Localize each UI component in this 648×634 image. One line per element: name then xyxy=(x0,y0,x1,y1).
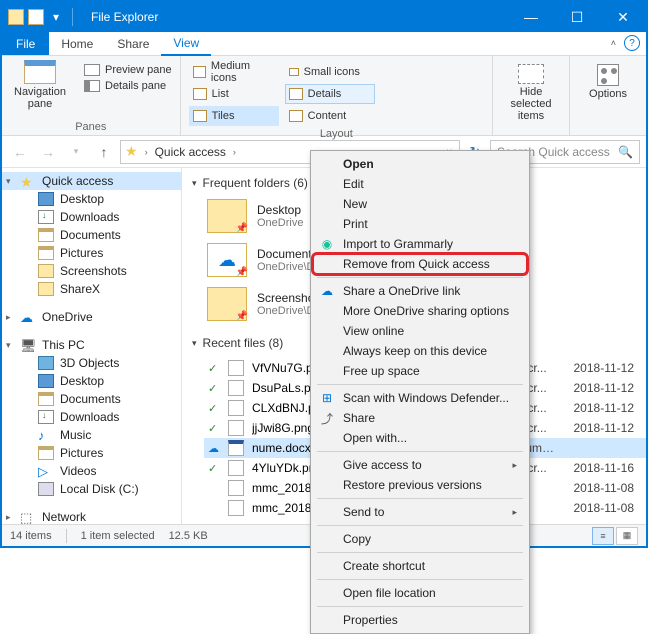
up-button[interactable]: ↑ xyxy=(92,140,116,164)
details-pane-button[interactable]: Details pane xyxy=(84,80,172,92)
layout-tiles[interactable]: Tiles xyxy=(189,106,279,126)
ctx-new[interactable]: New xyxy=(313,194,527,214)
file-tab[interactable]: File xyxy=(2,32,49,55)
home-tab[interactable]: Home xyxy=(49,32,105,55)
grammarly-icon: ◉ xyxy=(319,236,335,252)
collapse-ribbon-icon[interactable]: ˄ xyxy=(611,38,616,48)
chevron-right-icon: ▸ xyxy=(512,460,517,471)
sidebar-videos[interactable]: ▷Videos xyxy=(2,462,181,480)
sidebar-desktop-pc[interactable]: Desktop xyxy=(2,372,181,390)
status-item-count: 14 items xyxy=(10,530,52,542)
ctx-more-onedrive[interactable]: More OneDrive sharing options xyxy=(313,301,527,321)
layout-group-label: Layout xyxy=(189,126,484,140)
qat-dropdown-icon[interactable]: ▾ xyxy=(48,9,64,25)
navigation-sidebar: ▾★Quick access Desktop Downloads Documen… xyxy=(2,168,182,524)
layout-options: Medium icons Small icons List Details Ti… xyxy=(189,60,484,126)
share-icon: ⤴ xyxy=(319,410,335,426)
ctx-keep-device[interactable]: Always keep on this device xyxy=(313,341,527,361)
ctx-create-shortcut[interactable]: Create shortcut xyxy=(313,556,527,576)
ctx-remove-quick-access[interactable]: Remove from Quick access xyxy=(313,254,527,274)
ctx-open[interactable]: Open xyxy=(313,154,527,174)
chevron-right-icon[interactable]: › xyxy=(142,147,151,157)
context-menu: Open Edit New Print ◉Import to Grammarly… xyxy=(310,150,530,634)
close-button[interactable]: ✕ xyxy=(600,2,646,32)
ctx-grammarly[interactable]: ◉Import to Grammarly xyxy=(313,234,527,254)
sidebar-pictures-pc[interactable]: Pictures xyxy=(2,444,181,462)
options-icon xyxy=(597,64,619,86)
sidebar-downloads[interactable]: Downloads xyxy=(2,208,181,226)
shield-icon: ⊞ xyxy=(319,390,335,406)
ctx-open-with[interactable]: Open with... xyxy=(313,428,527,448)
layout-small-icons[interactable]: Small icons xyxy=(285,62,375,82)
layout-medium-icons[interactable]: Medium icons xyxy=(189,62,279,82)
ctx-restore[interactable]: Restore previous versions xyxy=(313,475,527,495)
breadcrumb-item[interactable]: Quick access xyxy=(155,145,226,159)
minimize-button[interactable]: — xyxy=(508,2,554,32)
chevron-right-icon[interactable]: › xyxy=(230,147,239,157)
navigation-pane-button[interactable]: Navigation pane xyxy=(10,60,70,110)
cloud-icon: ☁ xyxy=(319,283,335,299)
chevron-right-icon: ▸ xyxy=(512,507,517,518)
ctx-give-access[interactable]: Give access to▸ xyxy=(313,455,527,475)
sidebar-quick-access[interactable]: ▾★Quick access xyxy=(2,172,181,190)
forward-button[interactable]: → xyxy=(36,140,60,164)
preview-pane-button[interactable]: Preview pane xyxy=(84,64,172,76)
options-button[interactable]: Options xyxy=(578,60,638,100)
recent-locations-button[interactable]: ▾ xyxy=(64,140,88,164)
hide-selected-button[interactable]: Hide selected items xyxy=(501,60,561,122)
status-selected: 1 item selected xyxy=(81,530,155,542)
sidebar-pictures[interactable]: Pictures xyxy=(2,244,181,262)
ctx-share[interactable]: ⤴Share xyxy=(313,408,527,428)
folder-icon xyxy=(207,243,247,277)
ctx-share-onedrive[interactable]: ☁Share a OneDrive link xyxy=(313,281,527,301)
sidebar-onedrive[interactable]: ▸☁OneDrive xyxy=(2,308,181,326)
share-tab[interactable]: Share xyxy=(105,32,161,55)
navigation-pane-icon xyxy=(24,60,56,84)
ctx-properties[interactable]: Properties xyxy=(313,610,527,630)
sidebar-network[interactable]: ▸⬚Network xyxy=(2,508,181,524)
panes-group-label: Panes xyxy=(10,119,172,133)
back-button[interactable]: ← xyxy=(8,140,32,164)
sidebar-music[interactable]: ♪Music xyxy=(2,426,181,444)
layout-list[interactable]: List xyxy=(189,84,279,104)
ribbon-tabs: File Home Share View ˄ ? xyxy=(2,32,646,56)
ctx-defender[interactable]: ⊞Scan with Windows Defender... xyxy=(313,388,527,408)
sidebar-3d-objects[interactable]: 3D Objects xyxy=(2,354,181,372)
help-icon[interactable]: ? xyxy=(624,35,640,51)
view-tab[interactable]: View xyxy=(161,32,211,56)
sidebar-local-disk[interactable]: Local Disk (C:) xyxy=(2,480,181,498)
caret-down-icon: ▾ xyxy=(192,178,197,189)
ctx-open-location[interactable]: Open file location xyxy=(313,583,527,603)
ctx-free-space[interactable]: Free up space xyxy=(313,361,527,381)
sidebar-desktop[interactable]: Desktop xyxy=(2,190,181,208)
ctx-print[interactable]: Print xyxy=(313,214,527,234)
search-icon: 🔍 xyxy=(618,145,633,159)
ctx-view-online[interactable]: View online xyxy=(313,321,527,341)
sidebar-documents-pc[interactable]: Documents xyxy=(2,390,181,408)
maximize-button[interactable]: ☐ xyxy=(554,2,600,32)
sidebar-sharex[interactable]: ShareX xyxy=(2,280,181,298)
folder-icon xyxy=(8,9,24,25)
sidebar-documents[interactable]: Documents xyxy=(2,226,181,244)
status-size: 12.5 KB xyxy=(169,530,208,542)
details-view-button[interactable]: ≡ xyxy=(592,527,614,545)
layout-content[interactable]: Content xyxy=(285,106,375,126)
folder-icon xyxy=(207,199,247,233)
tiles-view-button[interactable]: ▦ xyxy=(616,527,638,545)
ctx-copy[interactable]: Copy xyxy=(313,529,527,549)
caret-down-icon: ▾ xyxy=(192,338,197,349)
ctx-send-to[interactable]: Send to▸ xyxy=(313,502,527,522)
sidebar-screenshots[interactable]: Screenshots xyxy=(2,262,181,280)
hide-icon xyxy=(518,64,544,84)
ribbon: Navigation pane Preview pane Details pan… xyxy=(2,56,646,136)
window-title: File Explorer xyxy=(83,10,508,24)
explorer-icon xyxy=(28,9,44,25)
quick-access-icon: ★ xyxy=(125,143,138,160)
sidebar-this-pc[interactable]: ▾🖥This PC xyxy=(2,336,181,354)
folder-icon xyxy=(207,287,247,321)
ctx-edit[interactable]: Edit xyxy=(313,174,527,194)
title-bar: ▾ File Explorer — ☐ ✕ xyxy=(2,2,646,32)
layout-details[interactable]: Details xyxy=(285,84,375,104)
sidebar-downloads-pc[interactable]: Downloads xyxy=(2,408,181,426)
